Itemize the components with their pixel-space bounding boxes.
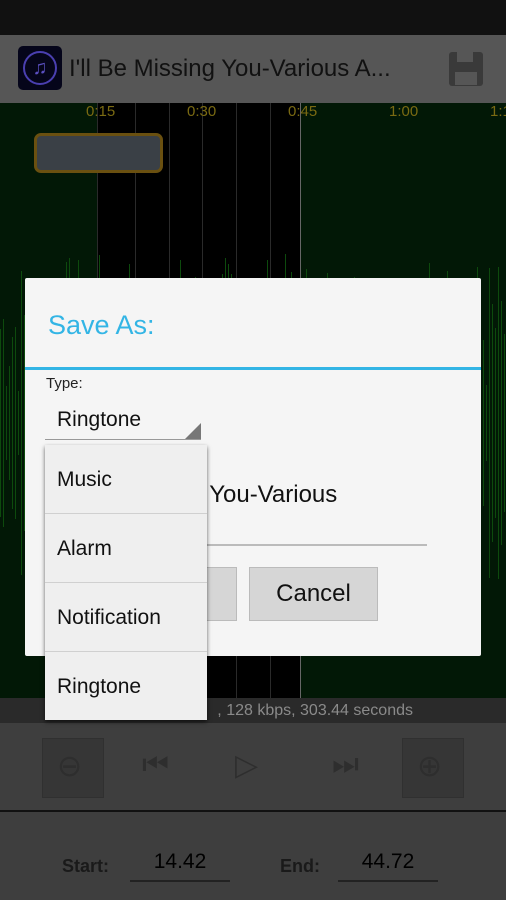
waveform-bar [21,271,22,575]
skip-previous-icon[interactable]: ⏮ [142,748,169,782]
waveform-bar [6,385,7,461]
dropdown-triangle-icon [185,423,201,439]
end-label: End: [280,856,320,876]
dialog-title: Save As: [48,310,155,340]
option-ringtone[interactable]: Ringtone [45,652,207,721]
status-bar [0,0,506,35]
end-input[interactable]: 44.72 [338,850,438,882]
play-icon[interactable]: ▷ [235,748,258,783]
start-marker-handle[interactable] [34,133,163,173]
time-tick: 0:45 [288,103,318,120]
music-note-icon: ♫ [18,46,62,90]
zoom-in-icon: ⊕ [417,750,443,783]
type-dropdown-menu: Music Alarm Notification Ringtone [45,445,207,720]
time-tick: 0:15 [86,103,116,120]
waveform-bar [486,384,487,462]
waveform-bar [492,303,493,543]
waveform-bar [489,268,490,578]
zoom-in-button[interactable]: ⊕ [402,738,464,798]
type-spinner[interactable]: Ringtone [45,400,201,440]
app-header: ♫ I'll Be Missing You-Various A... [0,35,506,103]
trim-fields: Start: 14.42 End: 44.72 [0,812,506,900]
playback-controls: ⊖ ⏮ ▷ ⏭ ⊕ [0,723,506,812]
title-divider [25,367,481,370]
waveform-bar [9,366,10,480]
time-tick: 1:1 [490,103,506,120]
waveform-bar [15,327,16,519]
start-label: Start: [62,856,110,876]
zoom-out-icon: ⊖ [57,750,83,783]
option-music[interactable]: Music [45,445,207,514]
zoom-out-button[interactable]: ⊖ [42,738,104,798]
waveform-bar [0,329,1,517]
waveform-bar [18,391,19,455]
type-value: Ringtone [57,408,142,431]
waveform-bar [501,301,502,545]
waveform-bar [498,267,499,579]
start-input[interactable]: 14.42 [130,850,230,882]
skip-next-icon[interactable]: ⏭ [332,748,359,782]
waveform-bar [3,318,4,528]
waveform-bar [495,328,496,518]
file-info: , 128 kbps, 303.44 seconds [217,702,413,719]
waveform-bar [483,339,484,507]
time-tick: 1:00 [389,103,419,120]
song-title: I'll Be Missing You-Various A... [69,55,391,82]
waveform-bar [504,334,505,512]
floppy-disk-icon[interactable] [449,52,483,86]
time-tick: 0:30 [187,103,217,120]
cancel-button[interactable]: Cancel [249,567,378,621]
type-label: Type: [46,375,83,392]
option-notification[interactable]: Notification [45,583,207,652]
waveform-bar [12,336,13,510]
option-alarm[interactable]: Alarm [45,514,207,583]
